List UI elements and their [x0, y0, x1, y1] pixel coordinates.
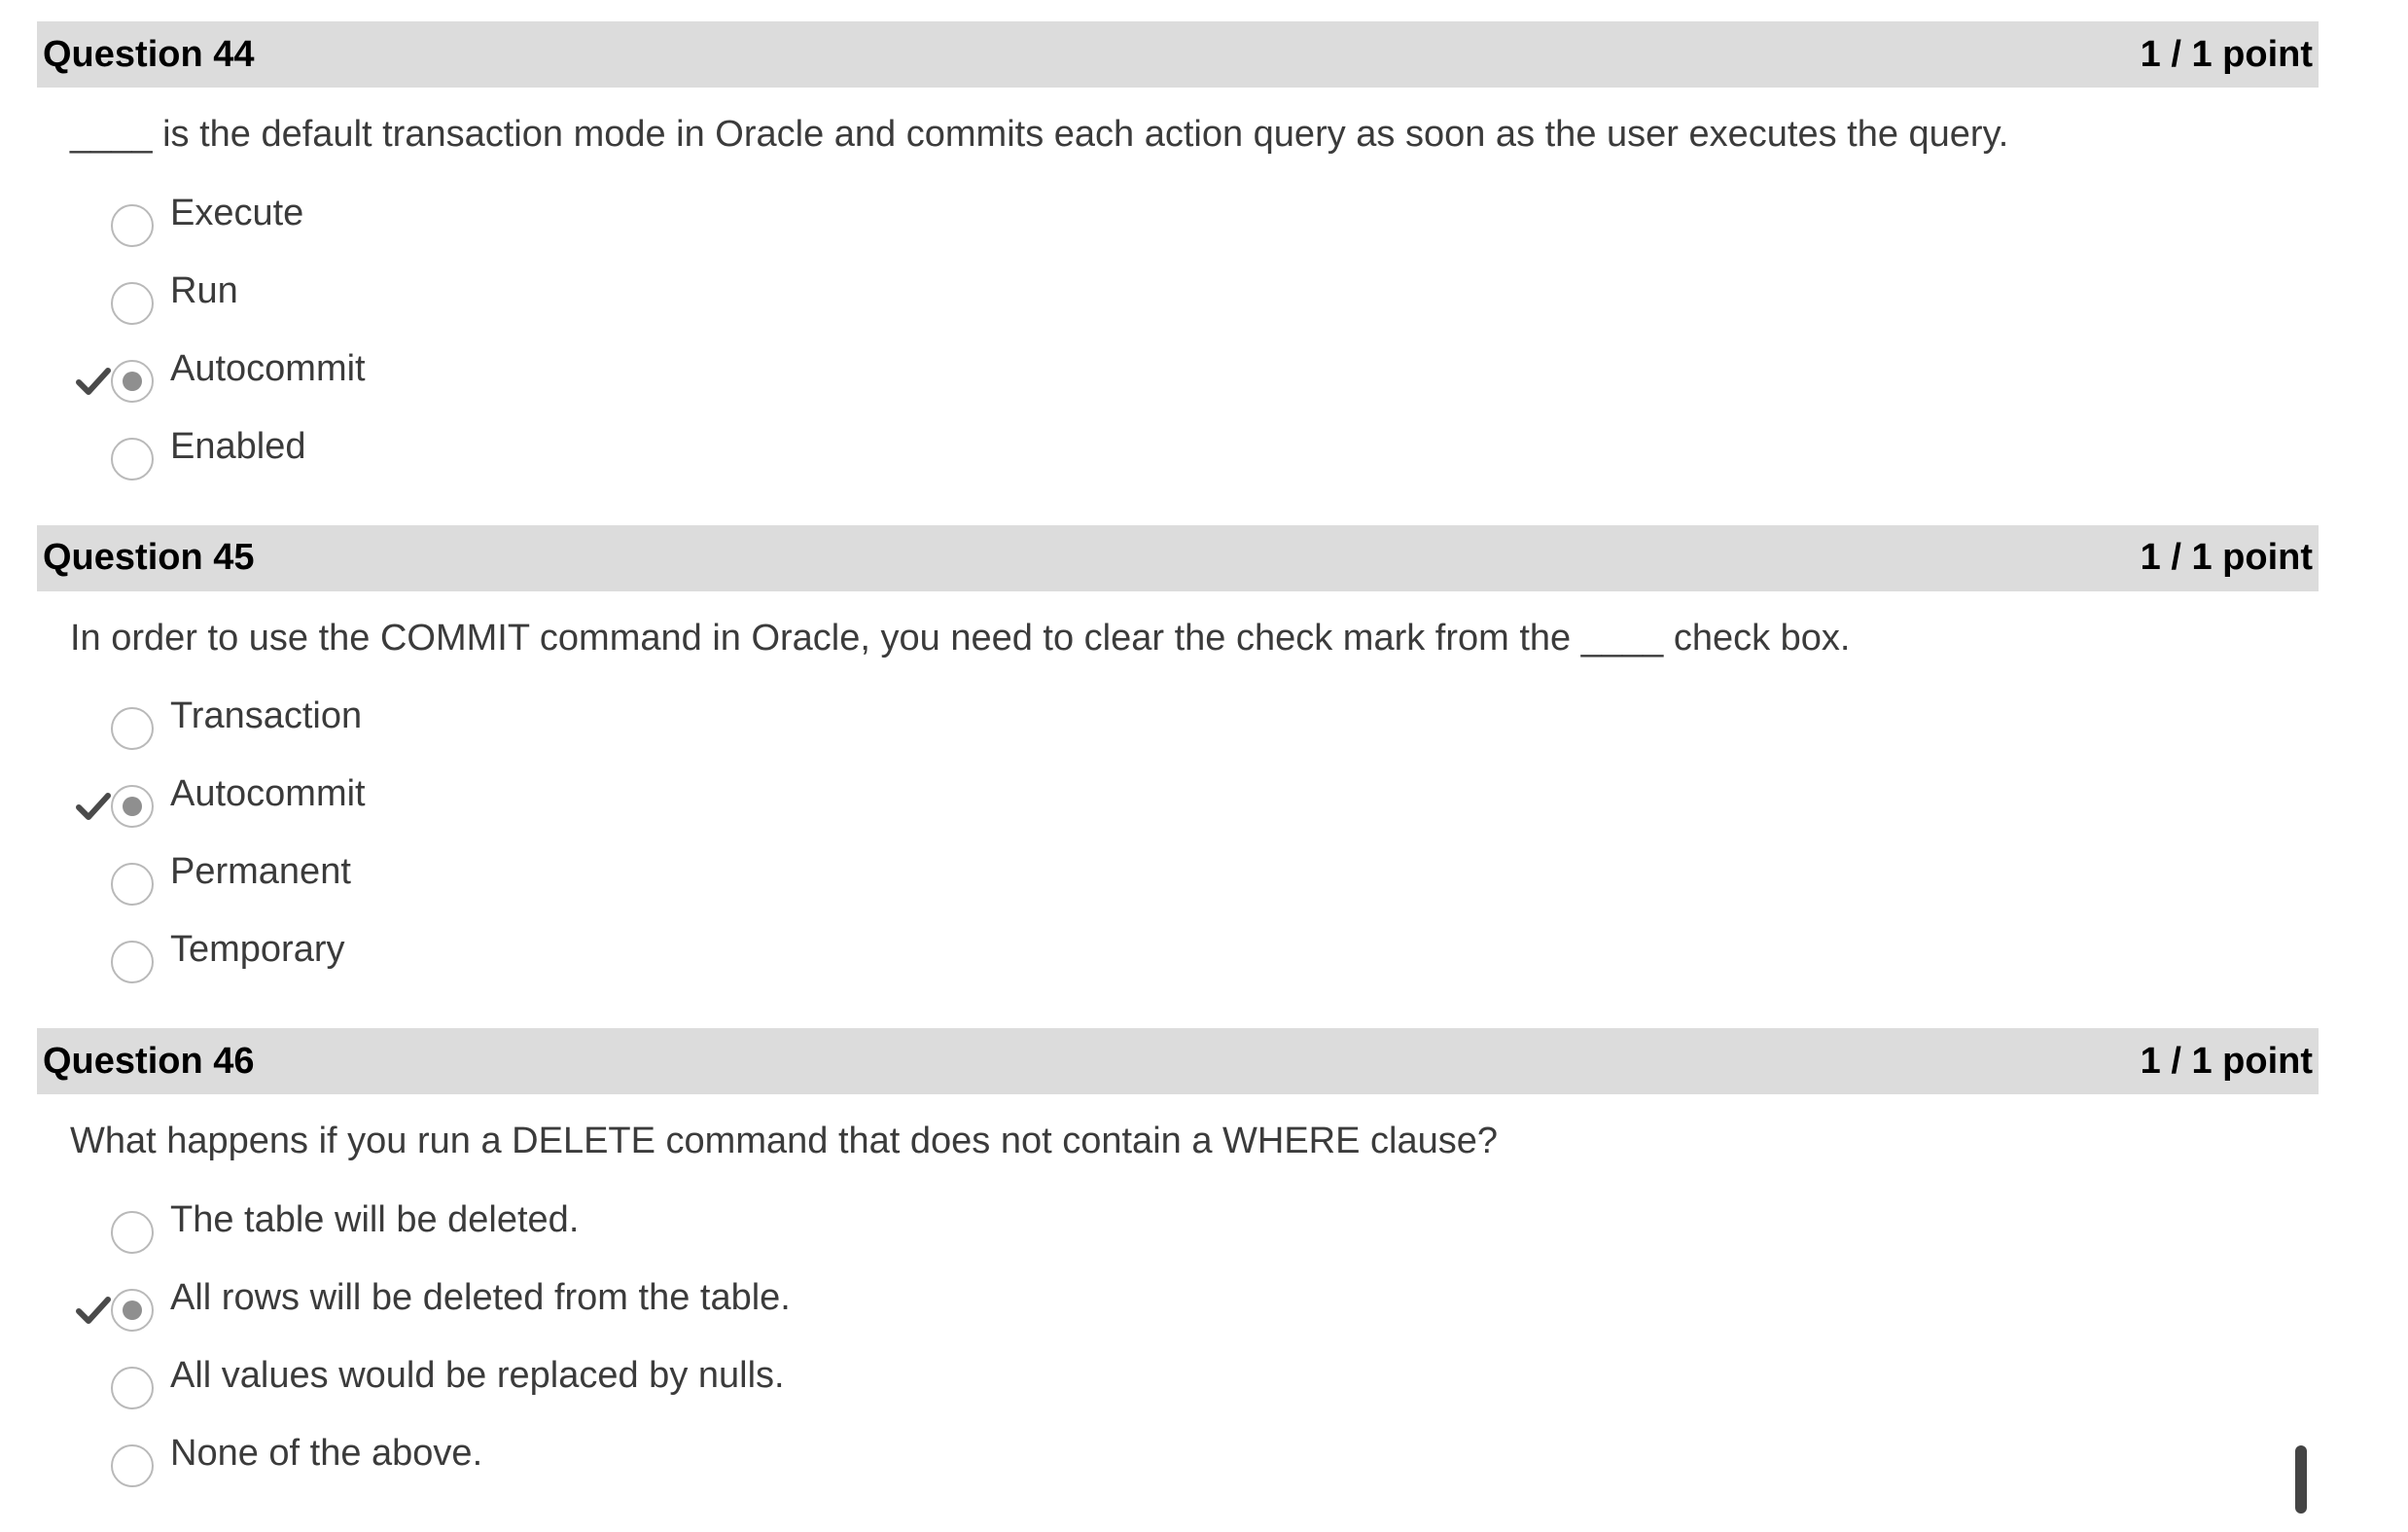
- answer-label: Autocommit: [170, 773, 366, 815]
- answer-label: Autocommit: [170, 347, 366, 389]
- radio-button[interactable]: [111, 437, 154, 481]
- answer-label: Temporary: [170, 929, 345, 971]
- radio-button[interactable]: [111, 941, 154, 984]
- answer-option[interactable]: Enabled: [37, 416, 2319, 494]
- question-header: Question 45 1 / 1 point: [37, 524, 2319, 591]
- checkmark-slot: [76, 366, 111, 397]
- answer-options: Transaction Autocommit Permanent Tempora…: [37, 686, 2319, 997]
- answer-label: All rows will be deleted from the table.: [170, 1276, 791, 1318]
- question-score: 1 / 1 point: [2140, 537, 2313, 579]
- answer-option[interactable]: Permanent: [37, 841, 2319, 919]
- radio-button[interactable]: [111, 1210, 154, 1254]
- checkmark-icon: [76, 1296, 111, 1324]
- quiz-results: Question 44 1 / 1 point ____ is the defa…: [37, 21, 2319, 1532]
- checkmark-slot: [76, 1450, 111, 1481]
- answer-label: Permanent: [170, 851, 351, 893]
- answer-options: The table will be deleted. All rows will…: [37, 1190, 2319, 1501]
- answer-label: Transaction: [170, 695, 363, 737]
- answer-label: Enabled: [170, 425, 306, 467]
- question-score: 1 / 1 point: [2140, 33, 2313, 75]
- answer-label: The table will be deleted.: [170, 1198, 580, 1240]
- radio-button[interactable]: [111, 707, 154, 751]
- answer-options: Execute Run Autocommit Enabled: [37, 183, 2319, 494]
- answer-option[interactable]: Autocommit: [37, 338, 2319, 416]
- question-44: Question 44 1 / 1 point ____ is the defa…: [37, 21, 2319, 494]
- question-prompt: In order to use the COMMIT command in Or…: [70, 617, 1851, 659]
- answer-label: All values would be replaced by nulls.: [170, 1354, 785, 1396]
- checkmark-slot: [76, 288, 111, 319]
- checkmark-slot: [76, 1217, 111, 1248]
- answer-option[interactable]: The table will be deleted.: [37, 1190, 2319, 1267]
- answer-option[interactable]: Autocommit: [37, 764, 2319, 841]
- question-title: Question 46: [43, 1040, 255, 1082]
- checkmark-slot: [76, 210, 111, 241]
- answer-option[interactable]: Execute: [37, 183, 2319, 261]
- question-score: 1 / 1 point: [2140, 1040, 2313, 1082]
- question-45: Question 45 1 / 1 point In order to use …: [37, 524, 2319, 998]
- radio-button[interactable]: [111, 359, 154, 403]
- answer-label: Execute: [170, 192, 304, 233]
- question-prompt: ____ is the default transaction mode in …: [70, 114, 2009, 155]
- question-prompt: What happens if you run a DELETE command…: [70, 1121, 1498, 1162]
- checkmark-slot: [76, 713, 111, 744]
- answer-option[interactable]: Temporary: [37, 919, 2319, 997]
- checkmark-slot: [76, 444, 111, 475]
- scrollbar-thumb[interactable]: [2295, 1445, 2307, 1514]
- radio-button[interactable]: [111, 281, 154, 325]
- checkmark-slot: [76, 791, 111, 822]
- checkmark-slot: [76, 869, 111, 900]
- checkmark-slot: [76, 946, 111, 978]
- answer-option[interactable]: None of the above.: [37, 1423, 2319, 1501]
- radio-button[interactable]: [111, 785, 154, 829]
- answer-option[interactable]: Run: [37, 261, 2319, 338]
- answer-option[interactable]: All rows will be deleted from the table.: [37, 1267, 2319, 1345]
- radio-button[interactable]: [111, 203, 154, 247]
- radio-button[interactable]: [111, 863, 154, 907]
- question-title: Question 45: [43, 537, 255, 579]
- checkmark-icon: [76, 367, 111, 395]
- checkmark-icon: [76, 793, 111, 821]
- checkmark-slot: [76, 1295, 111, 1326]
- question-46: Question 46 1 / 1 point What happens if …: [37, 1028, 2319, 1501]
- question-header: Question 46 1 / 1 point: [37, 1028, 2319, 1095]
- radio-button[interactable]: [111, 1288, 154, 1332]
- checkmark-slot: [76, 1372, 111, 1404]
- question-title: Question 44: [43, 33, 255, 75]
- question-header: Question 44 1 / 1 point: [37, 21, 2319, 88]
- answer-option[interactable]: All values would be replaced by nulls.: [37, 1345, 2319, 1423]
- answer-label: Run: [170, 269, 238, 311]
- answer-option[interactable]: Transaction: [37, 686, 2319, 764]
- answer-label: None of the above.: [170, 1432, 483, 1474]
- radio-button[interactable]: [111, 1366, 154, 1409]
- radio-button[interactable]: [111, 1443, 154, 1487]
